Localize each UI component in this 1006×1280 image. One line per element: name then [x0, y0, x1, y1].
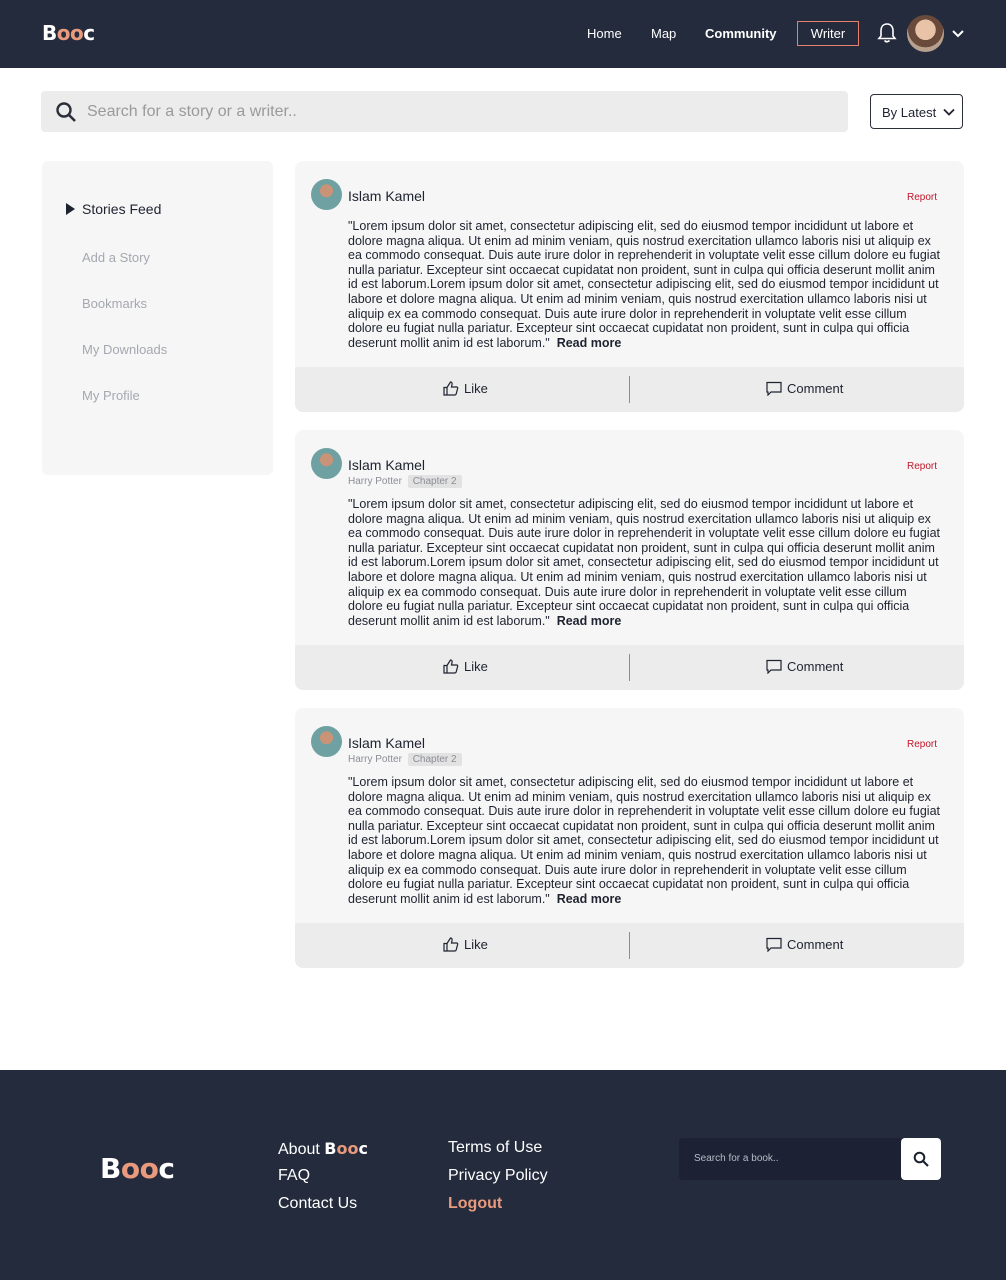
book-search-input[interactable]: Search for a book.. — [694, 1153, 779, 1164]
story-search-bar[interactable]: Search for a story or a writer.. — [41, 91, 848, 132]
comment-button[interactable]: Comment — [766, 381, 843, 397]
chapter-tag[interactable]: Chapter 2 — [407, 475, 462, 488]
post-actions: Like Comment — [295, 645, 964, 690]
action-divider — [629, 932, 630, 959]
book-search-button[interactable] — [901, 1138, 941, 1180]
comment-button[interactable]: Comment — [766, 937, 843, 953]
story-post-card: Islam Kamel Report "Lorem ipsum dolor si… — [295, 161, 964, 412]
footer-contact-link[interactable]: Contact Us — [278, 1195, 357, 1213]
footer-logo[interactable]: Booc — [100, 1152, 175, 1185]
author-avatar[interactable] — [311, 726, 342, 757]
footer-terms-link[interactable]: Terms of Use — [448, 1139, 542, 1157]
post-actions: Like Comment — [295, 367, 964, 412]
sidebar-item-my-profile[interactable]: My Profile — [82, 388, 140, 403]
sort-label: By Latest — [882, 105, 937, 120]
sidebar-item-my-downloads[interactable]: My Downloads — [82, 342, 167, 357]
post-text: "Lorem ipsum dolor sit amet, consectetur… — [348, 775, 940, 906]
comment-button[interactable]: Comment — [766, 659, 843, 675]
writer-button[interactable]: Writer — [797, 21, 859, 46]
author-avatar[interactable] — [311, 448, 342, 479]
sort-dropdown[interactable]: By Latest — [870, 94, 963, 129]
comment-icon — [766, 381, 782, 397]
story-post-card: Islam Kamel Report Harry Potter Chapter … — [295, 708, 964, 968]
footer-privacy-link[interactable]: Privacy Policy — [448, 1167, 548, 1185]
author-name[interactable]: Islam Kamel — [348, 188, 425, 204]
site-logo[interactable]: Booc — [42, 21, 95, 45]
report-link[interactable]: Report — [907, 739, 937, 750]
post-text: "Lorem ipsum dolor sit amet, consectetur… — [348, 219, 940, 350]
read-more-link[interactable]: Read more — [557, 892, 622, 906]
logout-link[interactable]: Logout — [448, 1195, 502, 1213]
search-icon — [56, 102, 76, 122]
footer: Booc About Booc FAQ Contact Us Terms of … — [0, 1070, 1006, 1280]
read-more-link[interactable]: Read more — [557, 336, 622, 350]
sidebar: Stories Feed Add a Story Bookmarks My Do… — [42, 161, 273, 475]
top-navbar: Booc Home Map Community Writer — [0, 0, 1006, 68]
story-meta: Harry Potter Chapter 2 — [348, 475, 462, 488]
action-divider — [629, 654, 630, 681]
nav-community-link[interactable]: Community — [705, 26, 777, 41]
chevron-down-icon[interactable] — [951, 28, 965, 38]
footer-faq-link[interactable]: FAQ — [278, 1167, 310, 1185]
report-link[interactable]: Report — [907, 192, 937, 203]
caret-right-icon — [66, 203, 75, 215]
comment-icon — [766, 937, 782, 953]
thumbs-up-icon — [443, 381, 459, 396]
report-link[interactable]: Report — [907, 461, 937, 472]
footer-about-link[interactable]: About Booc — [278, 1139, 368, 1159]
chapter-tag[interactable]: Chapter 2 — [407, 753, 462, 766]
post-text: "Lorem ipsum dolor sit amet, consectetur… — [348, 497, 940, 628]
like-button[interactable]: Like — [443, 659, 488, 674]
action-divider — [629, 376, 630, 403]
search-input[interactable]: Search for a story or a writer.. — [87, 103, 297, 121]
notification-bell-icon[interactable] — [877, 22, 897, 44]
author-avatar[interactable] — [311, 179, 342, 210]
comment-icon — [766, 659, 782, 675]
thumbs-up-icon — [443, 937, 459, 952]
sidebar-item-stories-feed[interactable]: Stories Feed — [66, 201, 161, 217]
sidebar-item-bookmarks[interactable]: Bookmarks — [82, 296, 147, 311]
book-title[interactable]: Harry Potter — [348, 754, 402, 765]
chevron-down-icon — [943, 108, 955, 116]
author-name[interactable]: Islam Kamel — [348, 735, 425, 751]
nav-home-link[interactable]: Home — [587, 26, 622, 41]
search-icon — [913, 1151, 929, 1167]
like-button[interactable]: Like — [443, 937, 488, 952]
post-actions: Like Comment — [295, 923, 964, 968]
nav-map-link[interactable]: Map — [651, 26, 676, 41]
story-post-card: Islam Kamel Report Harry Potter Chapter … — [295, 430, 964, 690]
read-more-link[interactable]: Read more — [557, 614, 622, 628]
author-name[interactable]: Islam Kamel — [348, 457, 425, 473]
like-button[interactable]: Like — [443, 381, 488, 396]
user-avatar[interactable] — [907, 15, 944, 52]
book-search-bar: Search for a book.. — [679, 1138, 941, 1180]
thumbs-up-icon — [443, 659, 459, 674]
book-title[interactable]: Harry Potter — [348, 476, 402, 487]
sidebar-item-add-story[interactable]: Add a Story — [82, 250, 150, 265]
story-meta: Harry Potter Chapter 2 — [348, 753, 462, 766]
